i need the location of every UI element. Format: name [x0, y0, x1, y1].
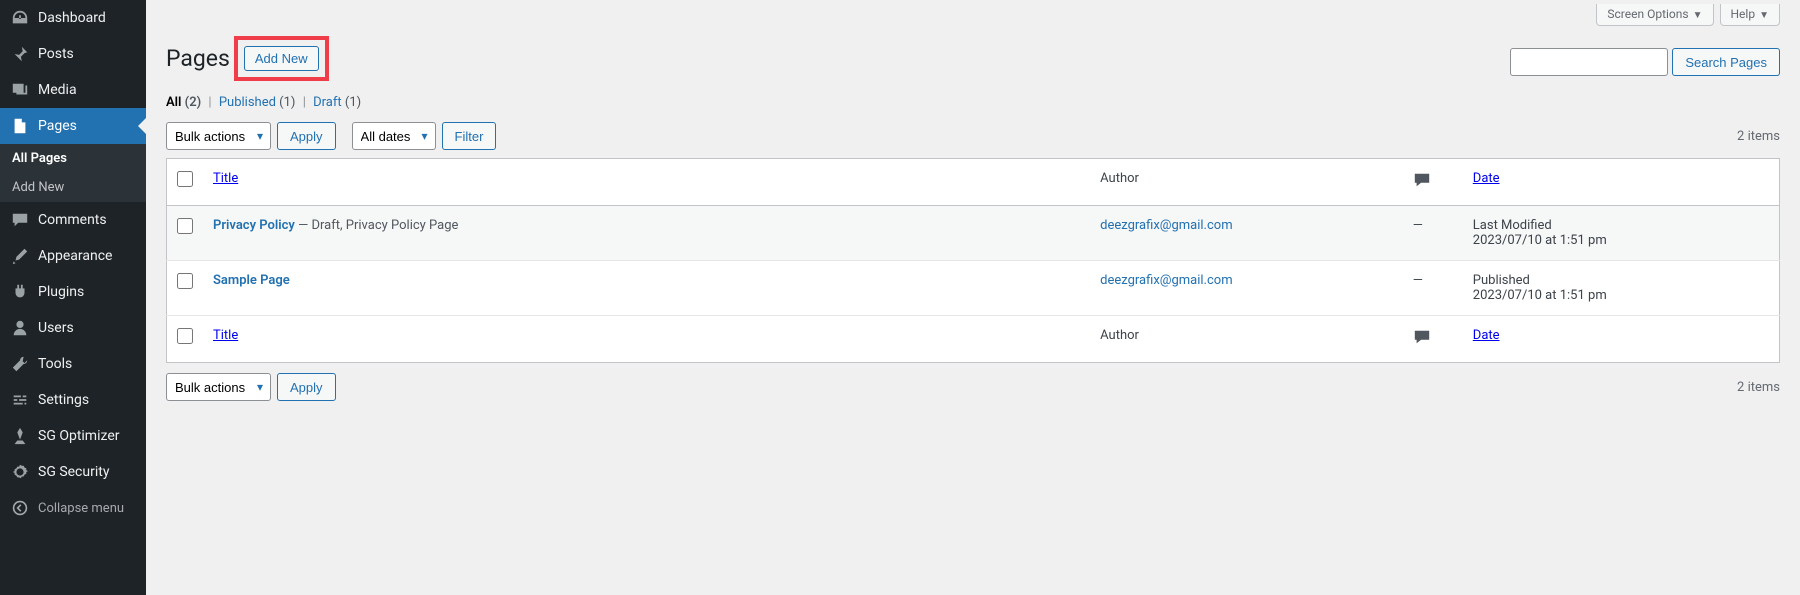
wrench-icon: [10, 354, 30, 374]
user-icon: [10, 318, 30, 338]
sidebar-label: SG Optimizer: [38, 428, 119, 444]
sidebar-item-sg-security[interactable]: SG Security: [0, 454, 146, 490]
row-date-label: Published: [1473, 273, 1769, 288]
date-filter-select[interactable]: All dates: [352, 122, 436, 150]
row-comments: —: [1403, 261, 1463, 316]
sidebar-label: Tools: [38, 356, 72, 372]
pin-icon: [10, 44, 30, 64]
screen-options-tab[interactable]: Screen Options ▼: [1596, 4, 1713, 26]
sliders-icon: [10, 390, 30, 410]
plug-icon: [10, 282, 30, 302]
row-author-link[interactable]: deezgrafix@gmail.com: [1100, 273, 1232, 288]
comment-icon: [10, 210, 30, 230]
submenu-all-pages[interactable]: All Pages: [0, 144, 146, 173]
select-all-bottom[interactable]: [177, 328, 193, 344]
row-title-link[interactable]: Privacy Policy: [213, 218, 295, 233]
col-author: Author: [1090, 159, 1403, 206]
sidebar-label: Media: [38, 82, 77, 98]
sort-date-bottom[interactable]: Date: [1473, 328, 1500, 343]
table-row: Privacy Policy — Draft, Privacy Policy P…: [167, 206, 1780, 261]
sidebar-item-users[interactable]: Users: [0, 310, 146, 346]
sidebar-item-tools[interactable]: Tools: [0, 346, 146, 382]
sidebar-label: Comments: [38, 212, 107, 228]
sidebar-item-plugins[interactable]: Plugins: [0, 274, 146, 310]
search-pages-button[interactable]: Search Pages: [1672, 48, 1780, 76]
filter-all[interactable]: All (2): [166, 95, 201, 110]
apply-button-bottom[interactable]: Apply: [277, 373, 336, 401]
help-label: Help: [1731, 7, 1756, 21]
sidebar-label: Users: [38, 320, 74, 336]
status-filters: All (2) | Published (1) | Draft (1): [166, 95, 1780, 110]
chevron-down-icon: ▼: [1759, 10, 1769, 21]
sidebar-item-posts[interactable]: Posts: [0, 36, 146, 72]
items-count-bottom: 2 items: [1737, 380, 1780, 395]
sort-title[interactable]: Title: [213, 171, 238, 186]
sidebar-submenu-pages: All Pages Add New: [0, 144, 146, 202]
rocket-icon: [10, 426, 30, 446]
select-all-top[interactable]: [177, 171, 193, 187]
main-content: Screen Options▼ Help▼ Pages Add New Sear…: [146, 0, 1800, 595]
filter-published[interactable]: Published: [219, 95, 276, 110]
admin-sidebar: Dashboard Posts Media Pages All Pages Ad…: [0, 0, 146, 595]
sidebar-item-media[interactable]: Media: [0, 72, 146, 108]
table-row: Sample Page deezgrafix@gmail.com — Publi…: [167, 261, 1780, 316]
search-box: Search Pages: [1510, 48, 1780, 76]
sort-date[interactable]: Date: [1473, 171, 1500, 186]
apply-button-top[interactable]: Apply: [277, 122, 336, 150]
sidebar-label: Dashboard: [38, 10, 106, 26]
search-input[interactable]: [1510, 48, 1668, 76]
tablenav-bottom: Bulk actions Apply 2 items: [166, 373, 1780, 401]
row-date-value: 2023/07/10 at 1:51 pm: [1473, 233, 1769, 248]
items-count-top: 2 items: [1737, 129, 1780, 144]
comment-bubble-icon: [1413, 178, 1431, 193]
row-date-value: 2023/07/10 at 1:51 pm: [1473, 288, 1769, 303]
add-new-highlight: Add New: [234, 36, 329, 81]
help-tab[interactable]: Help▼: [1720, 4, 1781, 26]
row-title-link[interactable]: Sample Page: [213, 273, 290, 288]
collapse-label: Collapse menu: [38, 501, 124, 516]
chevron-down-icon: ▼: [1693, 10, 1703, 21]
row-checkbox[interactable]: [177, 273, 193, 289]
tablenav-top: Bulk actions Apply All dates Filter 2 it…: [166, 122, 1780, 150]
page-title: Pages: [166, 45, 230, 72]
page-icon: [10, 116, 30, 136]
screen-options-label: Screen Options: [1607, 7, 1688, 21]
row-state: — Draft, Privacy Policy Page: [295, 218, 459, 233]
gear-icon: [10, 462, 30, 482]
collapse-menu[interactable]: Collapse menu: [0, 490, 146, 526]
sidebar-item-settings[interactable]: Settings: [0, 382, 146, 418]
sidebar-label: Posts: [38, 46, 74, 62]
top-tabs: Screen Options▼ Help▼: [166, 0, 1780, 26]
collapse-icon: [10, 498, 30, 518]
bulk-actions-select-bottom[interactable]: Bulk actions: [166, 373, 271, 401]
submenu-add-new[interactable]: Add New: [0, 173, 146, 202]
sort-title-bottom[interactable]: Title: [213, 328, 238, 343]
pages-table: Title Author Date Privacy Policy — Draft…: [166, 158, 1780, 363]
row-date-label: Last Modified: [1473, 218, 1769, 233]
sidebar-item-pages[interactable]: Pages: [0, 108, 146, 144]
sidebar-label: Settings: [38, 392, 89, 408]
brush-icon: [10, 246, 30, 266]
sidebar-item-comments[interactable]: Comments: [0, 202, 146, 238]
filter-button[interactable]: Filter: [442, 122, 497, 150]
row-comments: —: [1403, 206, 1463, 261]
bulk-actions-select[interactable]: Bulk actions: [166, 122, 271, 150]
sidebar-label: Pages: [38, 118, 77, 134]
row-checkbox[interactable]: [177, 218, 193, 234]
col-author-bottom: Author: [1090, 316, 1403, 363]
filter-draft[interactable]: Draft: [313, 95, 342, 110]
sidebar-label: Appearance: [38, 248, 112, 264]
media-icon: [10, 80, 30, 100]
sidebar-label: Plugins: [38, 284, 84, 300]
sidebar-label: SG Security: [38, 464, 109, 480]
dashboard-icon: [10, 8, 30, 28]
sidebar-item-appearance[interactable]: Appearance: [0, 238, 146, 274]
sidebar-item-dashboard[interactable]: Dashboard: [0, 0, 146, 36]
sidebar-item-sg-optimizer[interactable]: SG Optimizer: [0, 418, 146, 454]
comment-bubble-icon: [1413, 335, 1431, 350]
add-new-button[interactable]: Add New: [244, 46, 319, 71]
row-author-link[interactable]: deezgrafix@gmail.com: [1100, 218, 1232, 233]
